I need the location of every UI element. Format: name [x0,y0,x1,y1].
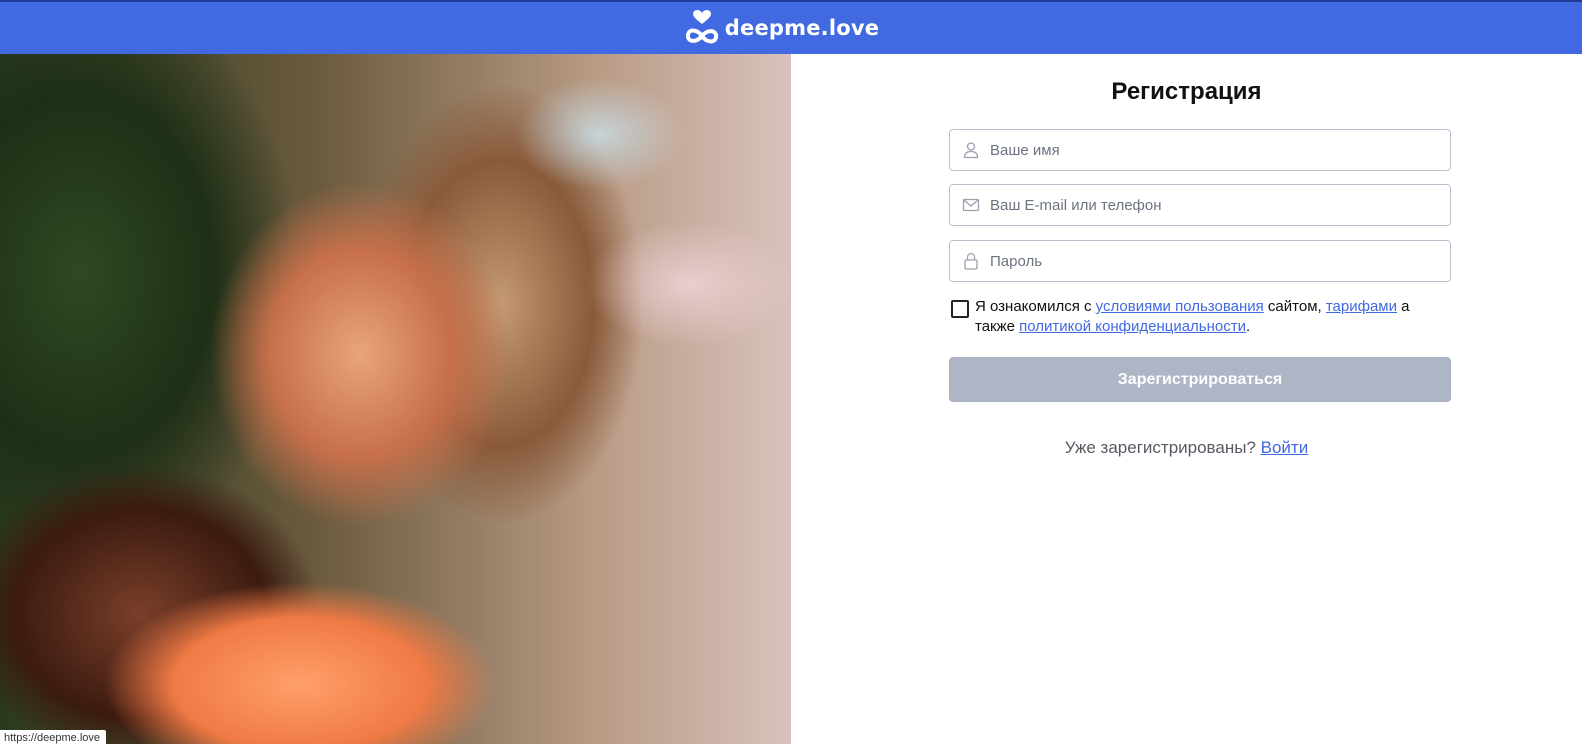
name-input[interactable] [990,135,1430,165]
email-field[interactable] [949,184,1451,226]
name-field[interactable] [949,129,1451,171]
terms-text: Я ознакомился с условиями пользования са… [975,298,1410,335]
terms-of-use-link[interactable]: условиями пользования [1096,298,1264,315]
status-bar-url: https://deepme.love [0,730,107,744]
password-input[interactable] [990,246,1430,276]
logo-link[interactable]: deepme.love [685,9,879,47]
terms-checkbox[interactable] [951,300,969,318]
lock-icon [962,252,980,270]
user-icon [962,141,980,159]
login-prompt-text: Уже зарегистрированы? [1064,438,1261,457]
email-input[interactable] [990,190,1430,220]
logo-text: deepme.love [724,16,880,40]
registration-panel: Регистрация Я ознакомился с условиями по… [791,54,1582,744]
heart-infinity-logo-icon [685,10,718,44]
register-button[interactable]: Зарегистрироваться [949,357,1451,402]
password-field[interactable] [949,240,1451,282]
hero-photo: https://deepme.love [0,54,791,744]
login-link[interactable]: Войти [1261,438,1309,457]
login-prompt: Уже зарегистрированы? Войти [791,438,1582,458]
tariffs-link[interactable]: тарифами [1326,298,1397,315]
privacy-policy-link[interactable]: политикой конфиденциальности [1019,318,1246,335]
envelope-icon [962,196,980,214]
site-header: deepme.love [0,2,1582,54]
page-title: Регистрация [1111,78,1262,105]
terms-agreement: Я ознакомился с условиями пользования са… [951,297,1451,337]
